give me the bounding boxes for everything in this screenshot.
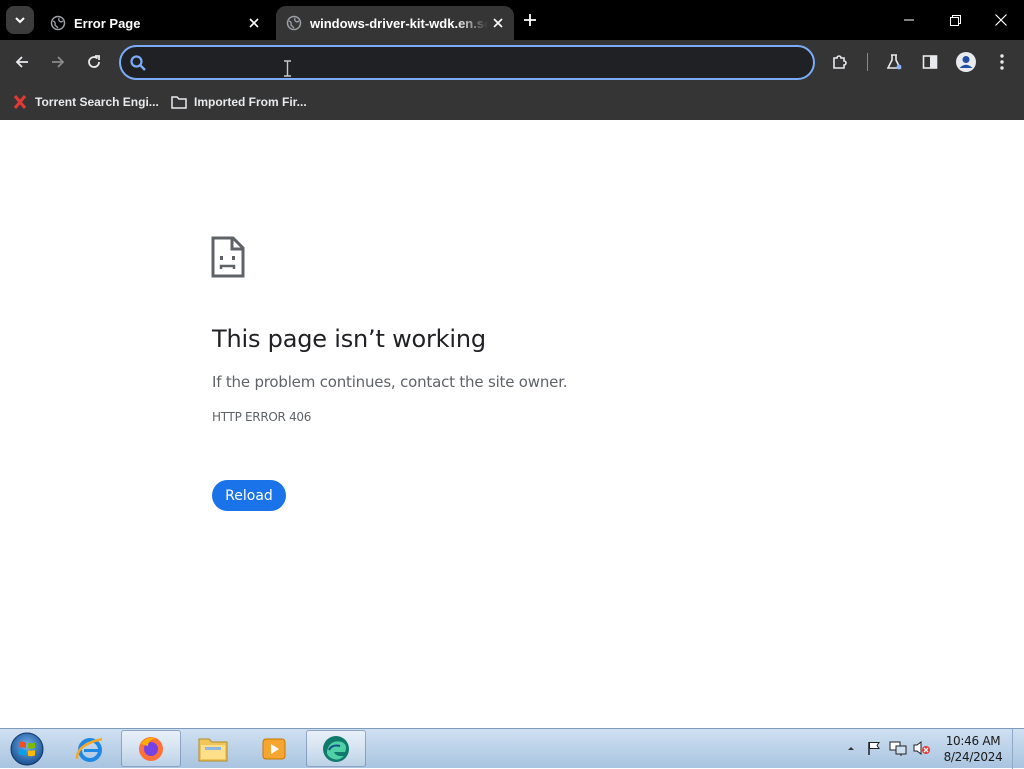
page-title: This page isn’t working [212, 325, 486, 353]
close-icon[interactable] [488, 13, 508, 33]
bookmark-torrent-search[interactable]: Torrent Search Engi... [12, 92, 159, 112]
address-input[interactable] [155, 51, 795, 74]
show-desktop-button[interactable] [1012, 729, 1024, 769]
browser-toolbar [0, 40, 1024, 85]
text-cursor-icon [284, 60, 291, 77]
toolbar-divider [867, 53, 868, 71]
folder-icon [198, 738, 228, 761]
arrow-right-icon [52, 56, 65, 68]
address-bar[interactable] [119, 45, 815, 80]
flask-icon [886, 54, 902, 70]
extensions-button[interactable] [826, 48, 854, 76]
side-panel-button[interactable] [916, 48, 944, 76]
chevron-up-icon [848, 747, 854, 750]
red-x-icon [12, 94, 28, 110]
bookmark-label: Imported From Fir... [194, 95, 307, 109]
media-player-icon [262, 738, 286, 759]
show-hidden-icons-button[interactable] [842, 739, 860, 757]
error-code: HTTP ERROR 406 [212, 410, 312, 424]
close-icon [995, 14, 1007, 26]
taskbar-media-player[interactable] [244, 730, 304, 767]
restore-icon [949, 14, 961, 26]
sad-page-icon [211, 236, 245, 278]
tab-title: windows-driver-kit-wdk.en.softonic.com [310, 15, 488, 31]
network-icon [889, 741, 907, 756]
restore-button[interactable] [932, 0, 978, 40]
error-description: If the problem continues, contact the si… [212, 373, 568, 391]
plus-icon [524, 14, 536, 26]
volume-muted-icon [913, 741, 930, 755]
bookmark-folder-imported[interactable]: Imported From Fir... [171, 92, 307, 112]
taskbar-internet-explorer[interactable] [60, 730, 120, 767]
reload-button[interactable]: Reload [212, 480, 286, 511]
start-button[interactable] [6, 730, 48, 768]
clock-time: 10:46 AM [945, 734, 1001, 748]
volume-tray[interactable] [913, 739, 931, 757]
windows-start-icon [10, 732, 44, 766]
taskbar-edge[interactable] [306, 730, 366, 767]
system-clock[interactable]: 10:46 AM 8/24/2024 [940, 733, 1006, 765]
taskbar: 10:46 AM 8/24/2024 [0, 728, 1024, 769]
minimize-icon [904, 19, 914, 21]
page-content: This page isn’t working If the problem c… [0, 120, 1024, 728]
globe-icon [286, 15, 302, 31]
flag-icon [868, 742, 880, 755]
tab-error-page[interactable]: Error Page [40, 6, 270, 40]
folder-icon [171, 94, 187, 110]
taskbar-file-explorer[interactable] [183, 730, 243, 767]
chevron-down-icon [15, 17, 25, 24]
title-bar: Error Page windows-driver-kit-wdk.en.sof… [0, 0, 1024, 40]
tab-windows-driver-kit[interactable]: windows-driver-kit-wdk.en.softonic.com [276, 6, 514, 40]
tab-title: Error Page [74, 15, 141, 31]
minimize-button[interactable] [886, 0, 932, 40]
menu-button[interactable] [988, 48, 1016, 76]
refresh-icon [88, 55, 100, 68]
firefox-icon [139, 736, 163, 761]
close-icon[interactable] [244, 13, 264, 33]
close-window-button[interactable] [978, 0, 1024, 40]
clock-date: 8/24/2024 [943, 750, 1003, 764]
avatar-icon [956, 52, 976, 72]
forward-button[interactable] [44, 48, 72, 76]
new-tab-button[interactable] [518, 8, 542, 32]
profile-button[interactable] [952, 48, 980, 76]
action-center-tray[interactable] [865, 739, 883, 757]
globe-icon [50, 15, 66, 31]
search-icon [130, 55, 146, 71]
more-vert-icon [1000, 54, 1004, 70]
edge-icon [323, 735, 349, 762]
tab-search-button[interactable] [6, 6, 34, 34]
labs-button[interactable] [880, 48, 908, 76]
taskbar-firefox[interactable] [121, 730, 181, 767]
bookmark-label: Torrent Search Engi... [35, 95, 159, 109]
internet-explorer-icon [75, 737, 103, 762]
arrow-left-icon [15, 56, 28, 68]
reload-toolbar-button[interactable] [80, 48, 108, 76]
puzzle-icon [833, 55, 847, 69]
network-tray[interactable] [889, 739, 907, 757]
bookmarks-bar: Torrent Search Engi... Imported From Fir… [0, 85, 1024, 120]
back-button[interactable] [8, 48, 36, 76]
side-panel-icon [922, 55, 938, 69]
